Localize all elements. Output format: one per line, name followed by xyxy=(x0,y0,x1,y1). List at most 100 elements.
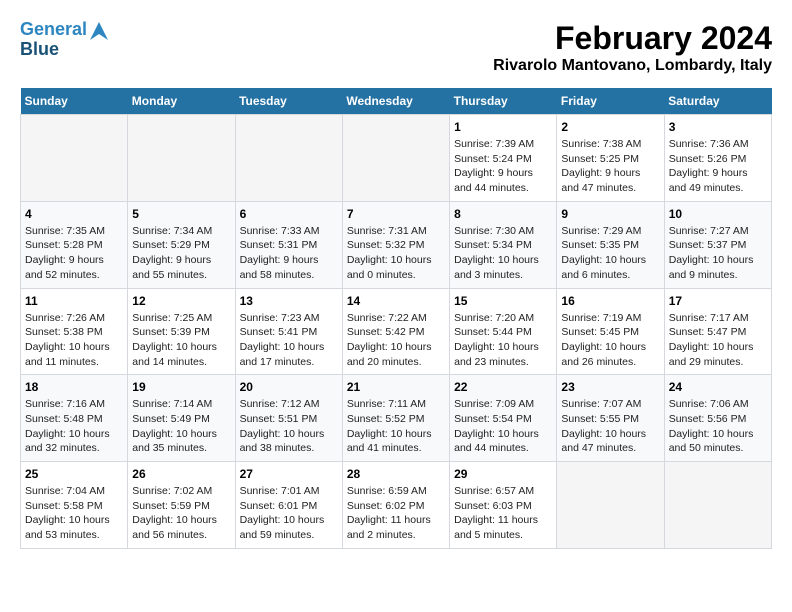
day-number: 12 xyxy=(132,294,230,308)
day-number: 1 xyxy=(454,120,552,134)
day-number: 9 xyxy=(561,207,659,221)
day-number: 28 xyxy=(347,467,445,481)
day-info: Sunrise: 7:35 AMSunset: 5:28 PMDaylight:… xyxy=(25,224,123,283)
day-number: 5 xyxy=(132,207,230,221)
page-title: February 2024 xyxy=(493,20,772,57)
calendar-cell: 17 Sunrise: 7:17 AMSunset: 5:47 PMDayligh… xyxy=(664,288,771,375)
day-number: 3 xyxy=(669,120,767,134)
day-info: Sunrise: 7:14 AMSunset: 5:49 PMDaylight:… xyxy=(132,397,230,456)
day-number: 23 xyxy=(561,380,659,394)
calendar-cell xyxy=(235,115,342,202)
calendar-cell: 3 Sunrise: 7:36 AMSunset: 5:26 PMDaylight… xyxy=(664,115,771,202)
calendar-cell: 1 Sunrise: 7:39 AMSunset: 5:24 PMDaylight… xyxy=(450,115,557,202)
day-number: 4 xyxy=(25,207,123,221)
calendar-cell xyxy=(342,115,449,202)
calendar-cell: 28 Sunrise: 6:59 AMSunset: 6:02 PMDayligh… xyxy=(342,462,449,549)
logo-bird-icon xyxy=(90,22,108,40)
calendar-cell: 22 Sunrise: 7:09 AMSunset: 5:54 PMDayligh… xyxy=(450,375,557,462)
weekday-header: Thursday xyxy=(450,88,557,115)
calendar-cell: 4 Sunrise: 7:35 AMSunset: 5:28 PMDaylight… xyxy=(21,201,128,288)
day-info: Sunrise: 7:04 AMSunset: 5:58 PMDaylight:… xyxy=(25,484,123,543)
calendar-cell: 29 Sunrise: 6:57 AMSunset: 6:03 PMDayligh… xyxy=(450,462,557,549)
weekday-header: Wednesday xyxy=(342,88,449,115)
day-info: Sunrise: 7:20 AMSunset: 5:44 PMDaylight:… xyxy=(454,311,552,370)
calendar-cell: 25 Sunrise: 7:04 AMSunset: 5:58 PMDayligh… xyxy=(21,462,128,549)
day-info: Sunrise: 7:17 AMSunset: 5:47 PMDaylight:… xyxy=(669,311,767,370)
calendar-cell: 27 Sunrise: 7:01 AMSunset: 6:01 PMDayligh… xyxy=(235,462,342,549)
day-number: 20 xyxy=(240,380,338,394)
calendar-cell: 5 Sunrise: 7:34 AMSunset: 5:29 PMDaylight… xyxy=(128,201,235,288)
day-number: 26 xyxy=(132,467,230,481)
day-info: Sunrise: 7:07 AMSunset: 5:55 PMDaylight:… xyxy=(561,397,659,456)
weekday-header: Monday xyxy=(128,88,235,115)
day-number: 8 xyxy=(454,207,552,221)
day-info: Sunrise: 7:02 AMSunset: 5:59 PMDaylight:… xyxy=(132,484,230,543)
calendar-cell: 9 Sunrise: 7:29 AMSunset: 5:35 PMDaylight… xyxy=(557,201,664,288)
weekday-header: Tuesday xyxy=(235,88,342,115)
day-info: Sunrise: 7:33 AMSunset: 5:31 PMDaylight:… xyxy=(240,224,338,283)
day-info: Sunrise: 7:09 AMSunset: 5:54 PMDaylight:… xyxy=(454,397,552,456)
day-info: Sunrise: 7:29 AMSunset: 5:35 PMDaylight:… xyxy=(561,224,659,283)
day-number: 7 xyxy=(347,207,445,221)
calendar-cell: 15 Sunrise: 7:20 AMSunset: 5:44 PMDayligh… xyxy=(450,288,557,375)
day-number: 24 xyxy=(669,380,767,394)
day-info: Sunrise: 7:30 AMSunset: 5:34 PMDaylight:… xyxy=(454,224,552,283)
day-number: 6 xyxy=(240,207,338,221)
day-number: 16 xyxy=(561,294,659,308)
calendar-cell: 7Sunrise: 7:31 AMSunset: 5:32 PMDaylight… xyxy=(342,201,449,288)
calendar-cell: 16 Sunrise: 7:19 AMSunset: 5:45 PMDayligh… xyxy=(557,288,664,375)
weekday-header: Saturday xyxy=(664,88,771,115)
day-number: 2 xyxy=(561,120,659,134)
day-number: 14 xyxy=(347,294,445,308)
day-info: Sunrise: 7:25 AMSunset: 5:39 PMDaylight:… xyxy=(132,311,230,370)
logo: General Blue xyxy=(20,20,108,60)
calendar-table: SundayMondayTuesdayWednesdayThursdayFrid… xyxy=(20,88,772,549)
day-info: Sunrise: 7:16 AMSunset: 5:48 PMDaylight:… xyxy=(25,397,123,456)
calendar-cell: 21Sunrise: 7:11 AMSunset: 5:52 PMDayligh… xyxy=(342,375,449,462)
day-number: 25 xyxy=(25,467,123,481)
calendar-cell: 14 Sunrise: 7:22 AMSunset: 5:42 PMDayligh… xyxy=(342,288,449,375)
day-info: Sunrise: 7:23 AMSunset: 5:41 PMDaylight:… xyxy=(240,311,338,370)
day-info: Sunrise: 7:38 AMSunset: 5:25 PMDaylight:… xyxy=(561,137,659,196)
day-number: 15 xyxy=(454,294,552,308)
page-subtitle: Rivarolo Mantovano, Lombardy, Italy xyxy=(493,57,772,75)
calendar-cell: 11Sunrise: 7:26 AMSunset: 5:38 PMDayligh… xyxy=(21,288,128,375)
day-number: 19 xyxy=(132,380,230,394)
day-info: Sunrise: 7:36 AMSunset: 5:26 PMDaylight:… xyxy=(669,137,767,196)
calendar-cell: 19 Sunrise: 7:14 AMSunset: 5:49 PMDayligh… xyxy=(128,375,235,462)
day-number: 22 xyxy=(454,380,552,394)
day-number: 29 xyxy=(454,467,552,481)
title-section: February 2024 Rivarolo Mantovano, Lombar… xyxy=(493,20,772,75)
day-info: Sunrise: 7:06 AMSunset: 5:56 PMDaylight:… xyxy=(669,397,767,456)
calendar-cell xyxy=(21,115,128,202)
calendar-cell: 8 Sunrise: 7:30 AMSunset: 5:34 PMDaylight… xyxy=(450,201,557,288)
day-info: Sunrise: 7:34 AMSunset: 5:29 PMDaylight:… xyxy=(132,224,230,283)
day-number: 27 xyxy=(240,467,338,481)
calendar-cell xyxy=(664,462,771,549)
calendar-cell: 12 Sunrise: 7:25 AMSunset: 5:39 PMDayligh… xyxy=(128,288,235,375)
day-info: Sunrise: 7:01 AMSunset: 6:01 PMDaylight:… xyxy=(240,484,338,543)
day-number: 10 xyxy=(669,207,767,221)
day-info: Sunrise: 7:26 AMSunset: 5:38 PMDaylight:… xyxy=(25,311,123,370)
day-info: Sunrise: 6:57 AMSunset: 6:03 PMDaylight:… xyxy=(454,484,552,543)
logo-text: General Blue xyxy=(20,20,87,60)
calendar-cell: 20 Sunrise: 7:12 AMSunset: 5:51 PMDayligh… xyxy=(235,375,342,462)
day-info: Sunrise: 7:19 AMSunset: 5:45 PMDaylight:… xyxy=(561,311,659,370)
day-number: 13 xyxy=(240,294,338,308)
calendar-cell xyxy=(128,115,235,202)
day-info: Sunrise: 7:22 AMSunset: 5:42 PMDaylight:… xyxy=(347,311,445,370)
calendar-cell: 6 Sunrise: 7:33 AMSunset: 5:31 PMDaylight… xyxy=(235,201,342,288)
calendar-cell: 13 Sunrise: 7:23 AMSunset: 5:41 PMDayligh… xyxy=(235,288,342,375)
calendar-cell xyxy=(557,462,664,549)
day-number: 17 xyxy=(669,294,767,308)
day-info: Sunrise: 6:59 AMSunset: 6:02 PMDaylight:… xyxy=(347,484,445,543)
weekday-header: Friday xyxy=(557,88,664,115)
day-info: Sunrise: 7:39 AMSunset: 5:24 PMDaylight:… xyxy=(454,137,552,196)
calendar-cell: 10 Sunrise: 7:27 AMSunset: 5:37 PMDayligh… xyxy=(664,201,771,288)
day-info: Sunrise: 7:12 AMSunset: 5:51 PMDaylight:… xyxy=(240,397,338,456)
calendar-cell: 18 Sunrise: 7:16 AMSunset: 5:48 PMDayligh… xyxy=(21,375,128,462)
day-number: 18 xyxy=(25,380,123,394)
day-info: Sunrise: 7:27 AMSunset: 5:37 PMDaylight:… xyxy=(669,224,767,283)
calendar-cell: 26 Sunrise: 7:02 AMSunset: 5:59 PMDayligh… xyxy=(128,462,235,549)
day-number: 21 xyxy=(347,380,445,394)
